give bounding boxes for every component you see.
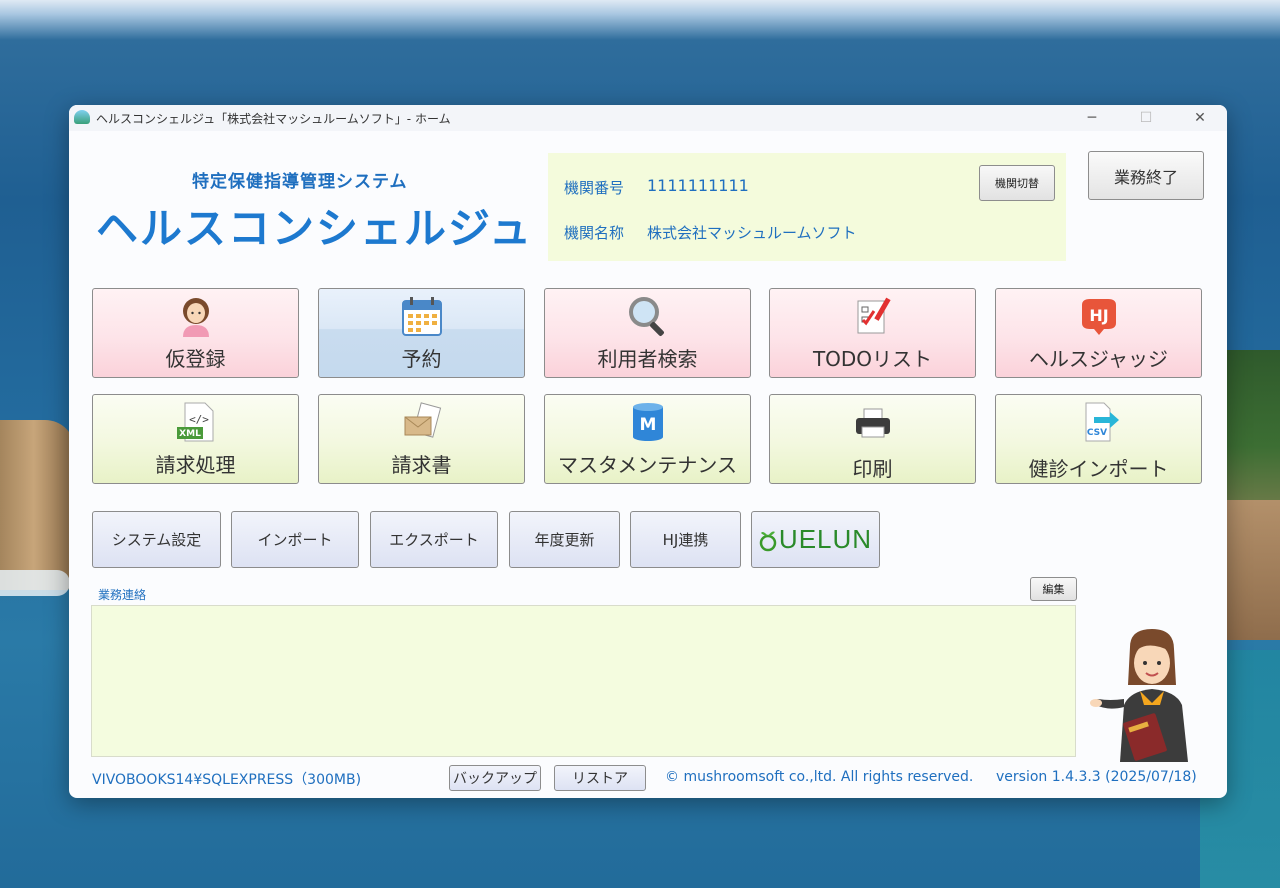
sprout-icon <box>759 531 777 551</box>
tile-provisional-registration[interactable]: 仮登録 <box>92 288 299 378</box>
app-subtitle: 特定保健指導管理システム <box>192 172 408 192</box>
xml-file-icon: </> XML <box>176 402 213 442</box>
desktop-cliff-left <box>0 420 75 590</box>
app-title: ヘルスコンシェルジュ <box>96 204 534 253</box>
tile-todo-list[interactable]: TODOリスト <box>769 288 976 378</box>
window-title: ヘルスコンシェルジュ「株式会社マッシュルームソフト」- ホーム <box>96 112 451 126</box>
database-icon: M <box>632 403 663 441</box>
app-window: ヘルスコンシェルジュ「株式会社マッシュルームソフト」- ホーム ─ ☐ ✕ 特定… <box>69 105 1227 798</box>
person-icon <box>182 298 209 337</box>
close-button[interactable]: ✕ <box>1177 105 1223 131</box>
export-button[interactable]: エクスポート <box>370 511 498 568</box>
svg-text:</>: </> <box>189 413 209 426</box>
csv-import-icon: CSV <box>1085 402 1119 442</box>
xml-icon-text: XML <box>179 429 201 439</box>
tile-label: マスタメンテナンス <box>558 453 737 477</box>
tile-checkup-import[interactable]: CSV 健診インポート <box>995 394 1202 484</box>
import-button[interactable]: インポート <box>231 511 359 568</box>
hj-icon: HJ <box>1081 299 1116 335</box>
memo-label: 業務連絡 <box>98 588 147 602</box>
uelun-logo-text: UELUN <box>778 524 873 554</box>
tile-reservation[interactable]: 予約 <box>318 288 525 378</box>
end-work-button[interactable]: 業務終了 <box>1088 151 1204 200</box>
app-icon <box>74 110 90 124</box>
tile-user-search[interactable]: 利用者検索 <box>544 288 751 378</box>
org-number-value: 1111111111 <box>647 176 749 195</box>
memo-area[interactable] <box>91 605 1076 757</box>
tile-label: 請求処理 <box>155 453 236 477</box>
tile-label: 印刷 <box>852 457 893 481</box>
org-name-value: 株式会社マッシュルームソフト <box>647 224 857 242</box>
title-bar[interactable]: ヘルスコンシェルジュ「株式会社マッシュルームソフト」- ホーム ─ ☐ ✕ <box>69 105 1227 131</box>
minimize-button[interactable]: ─ <box>1069 105 1115 131</box>
memo-edit-button[interactable]: 編集 <box>1030 577 1077 601</box>
invoice-icon <box>404 402 441 438</box>
tile-label: ヘルスジャッジ <box>1029 347 1168 371</box>
csv-icon-text: CSV <box>1086 428 1106 438</box>
tile-print[interactable]: 印刷 <box>769 394 976 484</box>
tile-label: 仮登録 <box>165 347 226 371</box>
tile-label: 健診インポート <box>1028 457 1169 481</box>
hj-link-button[interactable]: HJ連携 <box>630 511 741 568</box>
fiscal-year-update-button[interactable]: 年度更新 <box>509 511 620 568</box>
hj-icon-text: HJ <box>1089 306 1108 325</box>
version-text: version 1.4.3.3 (2025/07/18) <box>996 769 1197 785</box>
tile-label: 請求書 <box>391 453 452 477</box>
org-info-panel: 機関番号 1111111111 機関名称 株式会社マッシュルームソフト 機関切替 <box>548 153 1066 261</box>
desktop-cliff-right-vegetation <box>1226 350 1280 510</box>
tile-invoice[interactable]: 請求書 <box>318 394 525 484</box>
database-icon-text: M <box>639 415 656 435</box>
tile-label: 利用者検索 <box>597 347 698 371</box>
system-settings-button[interactable]: システム設定 <box>92 511 221 568</box>
tile-label: TODOリスト <box>812 347 933 371</box>
org-switch-button[interactable]: 機関切替 <box>979 165 1055 201</box>
uelun-button[interactable]: UELUN <box>751 511 880 568</box>
tile-health-judge[interactable]: HJ ヘルスジャッジ <box>995 288 1202 378</box>
receptionist-illustration <box>1090 629 1188 762</box>
magnifier-icon <box>628 297 664 336</box>
desktop-foam <box>0 570 70 596</box>
org-number-label: 機関番号 <box>564 179 625 197</box>
printer-icon <box>855 408 890 438</box>
restore-button[interactable]: リストア <box>554 765 646 791</box>
backup-button[interactable]: バックアップ <box>449 765 541 791</box>
maximize-button[interactable]: ☐ <box>1123 105 1169 131</box>
copyright-text: © mushroomsoft co.,ltd. All rights reser… <box>665 769 974 785</box>
calendar-icon <box>401 297 442 336</box>
tile-master-maintenance[interactable]: M マスタメンテナンス <box>544 394 751 484</box>
tile-label: 予約 <box>401 347 442 371</box>
desktop-cliff-right <box>1226 500 1280 640</box>
org-name-label: 機関名称 <box>564 224 625 242</box>
tile-billing-process[interactable]: </> XML 請求処理 <box>92 394 299 484</box>
checklist-icon <box>857 297 891 334</box>
db-server-info: VIVOBOOKS14¥SQLEXPRESS（300MB) <box>92 772 362 788</box>
